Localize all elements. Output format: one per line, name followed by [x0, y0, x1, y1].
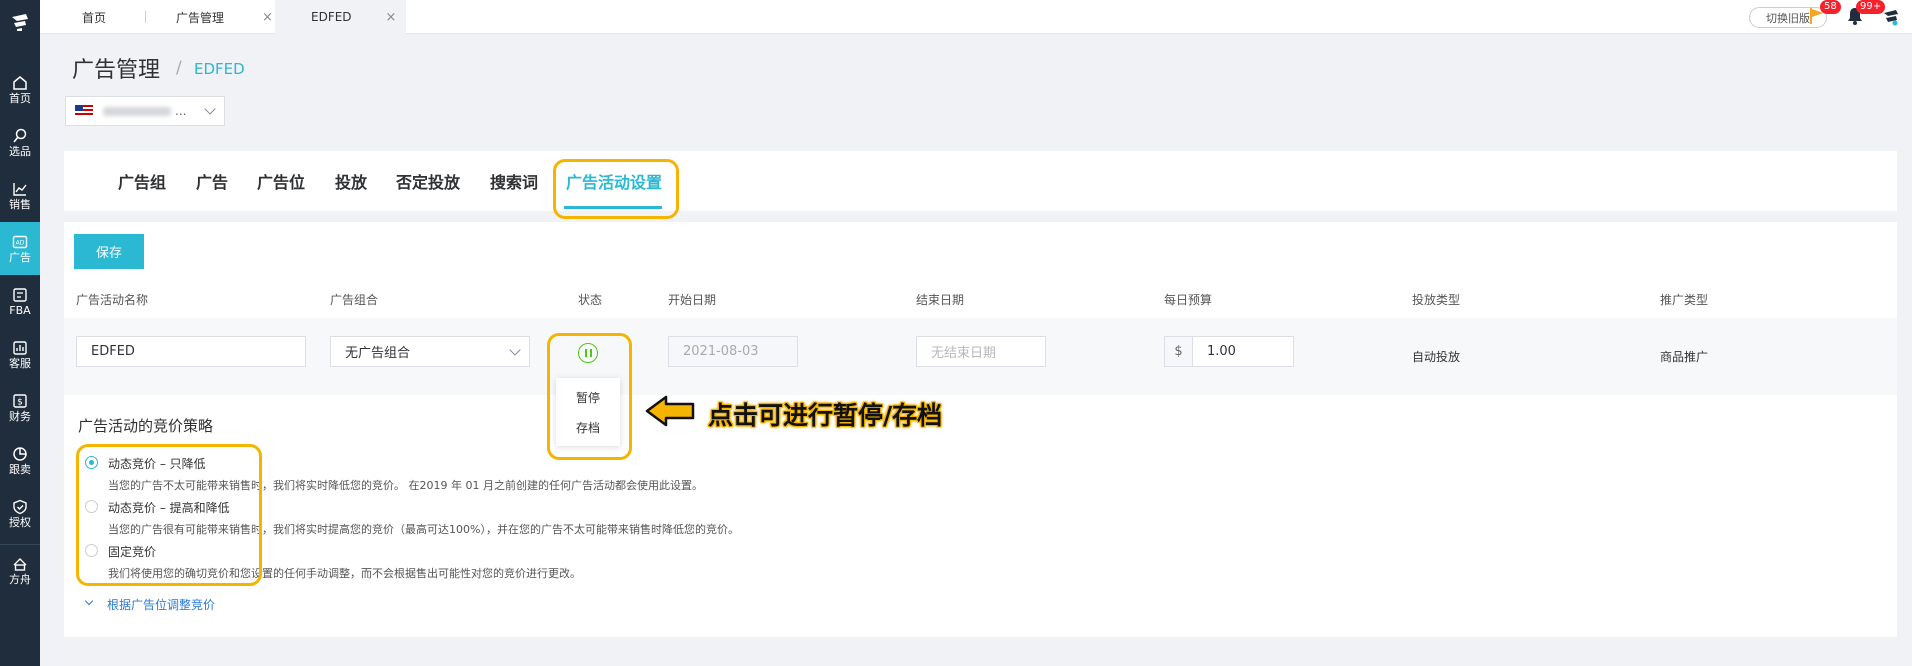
- highlight-box-status: [547, 333, 632, 460]
- sidebar-item-ark[interactable]: 方舟: [0, 544, 40, 597]
- currency-prefix: $: [1165, 337, 1193, 366]
- user-avatar[interactable]: [1882, 7, 1900, 31]
- us-flag-icon: [75, 105, 93, 117]
- finance-icon: $: [13, 393, 27, 408]
- chart-icon: [13, 182, 27, 196]
- sidebar-item-auth[interactable]: 授权: [0, 487, 40, 540]
- svg-text:$: $: [17, 397, 23, 407]
- column-header: 广告组合: [330, 293, 379, 307]
- search-icon: [13, 128, 27, 142]
- tab-negative-targeting[interactable]: 否定投放: [396, 169, 460, 193]
- highlight-box-bidding: [76, 444, 262, 586]
- tab-ads[interactable]: 广告: [196, 169, 228, 193]
- tab-search-terms[interactable]: 搜索词: [490, 169, 538, 193]
- ad-type: 商品推广: [1660, 350, 1709, 364]
- ad-icon: AD: [12, 235, 28, 248]
- start-date-input: 2021-08-03: [668, 336, 798, 367]
- sidebar-item-ads[interactable]: AD 广告: [0, 222, 40, 275]
- tab-ad-management[interactable]: 广告管理 ×: [176, 0, 273, 34]
- app-logo[interactable]: [0, 0, 40, 44]
- adjust-by-placement-link[interactable]: 根据广告位调整竞价: [107, 596, 215, 613]
- arrow-left-icon: [645, 395, 695, 427]
- top-tab-bar: 首页 广告管理 × EDFED × 切换旧版 58 99+: [40, 0, 1912, 34]
- sidebar-item-sales[interactable]: 销售: [0, 169, 40, 222]
- budget-value: 1.00: [1207, 344, 1236, 359]
- column-header: 开始日期: [668, 293, 717, 307]
- tab-label: 广告管理: [176, 10, 225, 25]
- portfolio-value: 无广告组合: [345, 346, 411, 361]
- highlight-box-tab: [553, 159, 679, 219]
- annotation-text: 点击可进行暂停/存档: [708, 401, 943, 430]
- logo-icon: [12, 14, 28, 31]
- sidebar-item-selection[interactable]: 选品: [0, 116, 40, 169]
- column-header: 结束日期: [916, 293, 965, 307]
- sidebar-item-label: 跟卖: [9, 462, 31, 476]
- tab-placements[interactable]: 广告位: [257, 169, 305, 193]
- sidebar: 首页 选品 销售 AD 广告 FBA 客服 $ 财务 跟卖 授权 方舟: [0, 0, 40, 666]
- service-icon: [13, 340, 27, 355]
- sidebar-item-service[interactable]: 客服: [0, 328, 40, 381]
- sidebar-item-label: 销售: [9, 197, 31, 211]
- tab-ad-groups[interactable]: 广告组: [118, 169, 166, 193]
- store-selector[interactable]: ...: [65, 96, 225, 126]
- sidebar-item-follow[interactable]: 跟卖: [0, 434, 40, 487]
- page-title: 广告管理: [72, 58, 161, 83]
- sidebar-item-finance[interactable]: $ 财务: [0, 381, 40, 434]
- close-icon[interactable]: ×: [262, 10, 273, 25]
- campaign-name-input[interactable]: EDFED: [76, 336, 306, 367]
- sidebar-item-label: 方舟: [9, 573, 31, 586]
- close-icon[interactable]: ×: [386, 10, 397, 25]
- store-name-blurred: [103, 106, 171, 116]
- bell-notification[interactable]: 99+: [1846, 0, 1886, 30]
- flag-badge: 58: [1820, 0, 1841, 14]
- fba-icon: [13, 287, 27, 302]
- bidding-strategy-title: 广告活动的竞价策略: [78, 417, 214, 435]
- column-header: 广告活动名称: [76, 293, 149, 307]
- svg-text:AD: AD: [16, 239, 25, 246]
- bell-badge: 99+: [1856, 0, 1886, 14]
- shield-icon: [13, 499, 27, 514]
- tab-label: EDFED: [311, 10, 352, 24]
- breadcrumb-separator: /: [176, 58, 182, 78]
- portfolio-select[interactable]: 无广告组合: [330, 336, 530, 367]
- chevron-down-icon: [509, 344, 521, 356]
- column-header: 投放类型: [1412, 293, 1461, 307]
- tab-label: 首页: [82, 10, 107, 25]
- tabs-card: 广告组 广告 广告位 投放 否定投放 搜索词 广告活动设置: [64, 151, 1897, 211]
- tab-targeting[interactable]: 投放: [335, 169, 367, 193]
- end-date-input[interactable]: 无结束日期: [916, 336, 1046, 367]
- store-name-ellipsis: ...: [175, 104, 187, 118]
- column-header: 状态: [578, 293, 603, 307]
- sidebar-item-label: 广告: [9, 250, 31, 264]
- avatar-icon: [1884, 10, 1898, 26]
- sidebar-item-home[interactable]: 首页: [0, 63, 40, 116]
- flag-notification[interactable]: 58: [1808, 0, 1841, 30]
- tab-divider: [145, 11, 146, 23]
- pie-icon: [13, 446, 27, 461]
- sidebar-item-fba[interactable]: FBA: [0, 275, 40, 328]
- ark-icon: [13, 558, 27, 571]
- sidebar-item-label: 选品: [9, 144, 31, 158]
- daily-budget-input[interactable]: $ 1.00: [1164, 336, 1294, 367]
- sidebar-item-label: 授权: [9, 515, 31, 529]
- column-header: 每日预算: [1164, 293, 1213, 307]
- chevron-down-icon: [204, 103, 216, 115]
- targeting-type: 自动投放: [1412, 350, 1461, 364]
- home-icon: [13, 75, 27, 90]
- tab-edfed[interactable]: EDFED ×: [275, 0, 406, 34]
- tab-home[interactable]: 首页: [82, 0, 106, 34]
- save-button[interactable]: 保存: [74, 234, 144, 269]
- sidebar-item-label: 首页: [9, 91, 31, 105]
- breadcrumb[interactable]: EDFED: [194, 60, 245, 78]
- sidebar-item-label: 财务: [9, 409, 31, 423]
- sidebar-item-label: FBA: [9, 303, 31, 317]
- column-header: 推广类型: [1660, 293, 1709, 307]
- sidebar-item-label: 客服: [9, 356, 31, 370]
